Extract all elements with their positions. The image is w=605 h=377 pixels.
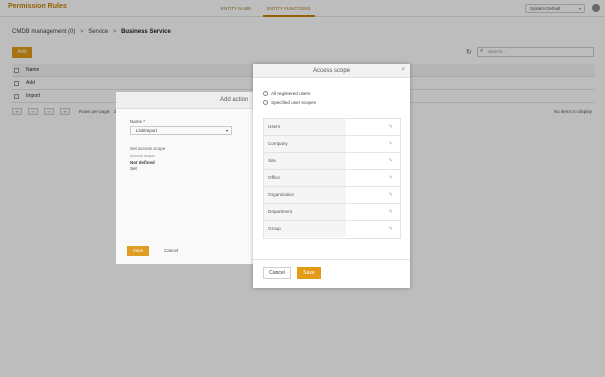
- scope-row-label: Office: [264, 170, 346, 186]
- access-scope-hint: Access scope: [130, 153, 155, 158]
- scope-row-group: Group ✎: [264, 221, 400, 238]
- scope-row-department: Department ✎: [264, 204, 400, 221]
- edit-icon[interactable]: ✎: [389, 221, 393, 237]
- name-select-value: List/Import: [136, 128, 158, 133]
- radio-circle[interactable]: [263, 91, 268, 96]
- access-scope-header: Access scope ×: [253, 64, 410, 78]
- cancel-button[interactable]: Cancel: [263, 267, 291, 279]
- scope-row-site: Site ✎: [264, 153, 400, 170]
- scope-table: Users ✎ Company ✎ Site ✎ Office ✎ Organi…: [263, 118, 401, 239]
- footer-divider: [253, 259, 410, 260]
- scope-row-office: Office ✎: [264, 170, 400, 187]
- edit-icon[interactable]: ✎: [389, 204, 393, 220]
- radio-circle[interactable]: [263, 100, 268, 105]
- scope-row-label: Company: [264, 136, 346, 152]
- chevron-down-icon: ▾: [225, 128, 228, 133]
- save-button[interactable]: Save: [297, 267, 321, 279]
- set-access-scope-label[interactable]: Set access scope: [130, 146, 165, 151]
- edit-icon[interactable]: ✎: [389, 119, 393, 135]
- add-action-dialog: Add action Name * List/Import ▾ Set acce…: [116, 92, 253, 264]
- scope-row-company: Company ✎: [264, 136, 400, 153]
- name-select[interactable]: List/Import ▾: [130, 126, 232, 135]
- scope-row-label: Group: [264, 221, 346, 237]
- add-action-cancel-button[interactable]: Cancel: [160, 246, 182, 256]
- scope-row-label: Users: [264, 119, 346, 135]
- name-label: Name *: [130, 119, 146, 124]
- access-scope-modal: Access scope × All registered users Spec…: [253, 64, 410, 288]
- add-action-title: Add action: [220, 97, 249, 103]
- radio-specified-user-scopes[interactable]: Specified user scopes: [263, 100, 316, 105]
- radio-all-registered-users[interactable]: All registered users: [263, 91, 310, 96]
- access-scope-title: Access scope: [312, 68, 351, 74]
- edit-icon[interactable]: ✎: [389, 170, 393, 186]
- scope-row-users: Users ✎: [264, 119, 400, 136]
- edit-icon[interactable]: ✎: [389, 187, 393, 203]
- access-scope-value: Not defined: [130, 160, 155, 165]
- radio-label: Specified user scopes: [271, 100, 316, 105]
- close-icon[interactable]: ×: [401, 67, 405, 73]
- scope-row-label: Site: [264, 153, 346, 169]
- scope-row-label: Department: [264, 204, 346, 220]
- edit-icon[interactable]: ✎: [389, 153, 393, 169]
- add-action-save-button[interactable]: Save: [127, 246, 149, 256]
- scope-row-label: Organization: [264, 187, 346, 203]
- radio-label: All registered users: [271, 91, 311, 96]
- edit-icon[interactable]: ✎: [389, 136, 393, 152]
- set-scope-link[interactable]: Set: [130, 166, 137, 171]
- scope-row-organization: Organization ✎: [264, 187, 400, 204]
